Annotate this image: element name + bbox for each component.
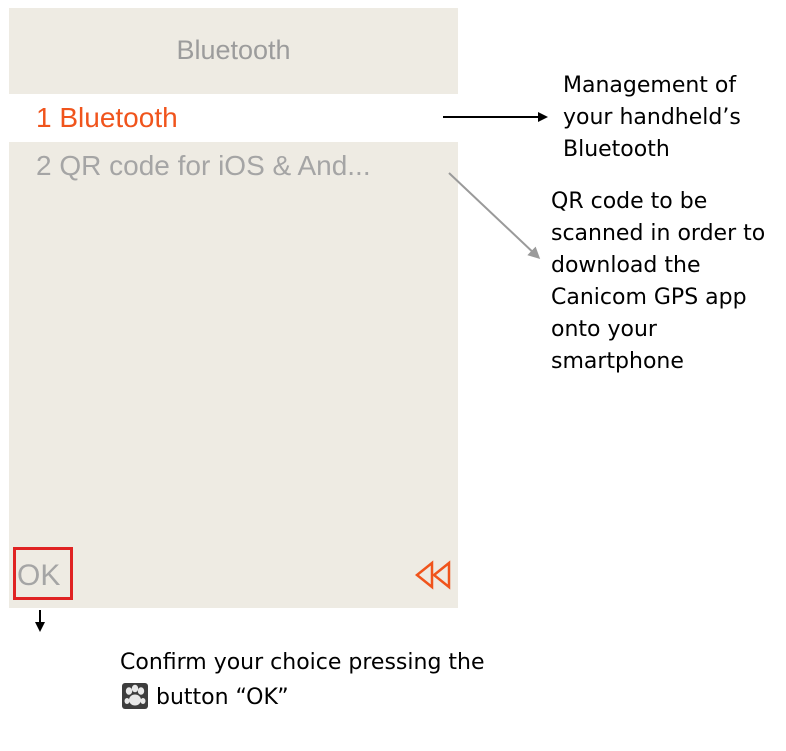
menu-item-qr-code[interactable]: 2 QR code for iOS & And... <box>9 146 458 186</box>
ok-button[interactable]: OK <box>17 558 60 594</box>
double-chevron-left-icon[interactable] <box>414 560 452 590</box>
device-screen: Bluetooth 1 Bluetooth 2 QR code for iOS … <box>9 8 458 608</box>
confirm-annotation: Confirm your choice pressing the button … <box>120 647 640 717</box>
qr-annotation: QR code to be scanned in order to downlo… <box>551 189 766 374</box>
confirm-line-1: Confirm your choice pressing the <box>120 650 485 675</box>
screen-title: Bluetooth <box>176 35 291 65</box>
arrow-to-qr-note <box>448 172 541 260</box>
paw-button-icon <box>122 683 148 709</box>
confirm-line-2: button “OK” <box>120 682 640 717</box>
bluetooth-annotation: Management of your handheld’s Bluetooth <box>563 73 741 162</box>
menu-item-bluetooth[interactable]: 1 Bluetooth <box>9 94 458 142</box>
confirm-line-2-text: button “OK” <box>156 685 289 710</box>
